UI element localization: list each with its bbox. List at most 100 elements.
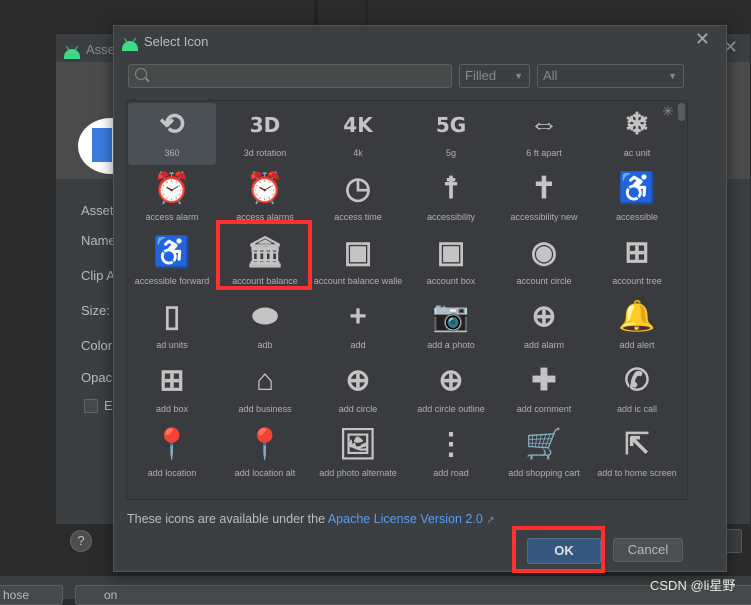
icon-cell-adb[interactable]: ⬬ adb [221,295,309,357]
icon-cell-access-alarm[interactable]: ⏰ access alarm [128,167,216,229]
account-circle-icon: ◉ [530,236,558,269]
icon-cell-add-location-alt[interactable]: 📍 add location alt [221,423,309,485]
accessible-icon: ♿ [618,172,656,205]
license-prefix: These icons are available under the [127,512,328,526]
process-combo[interactable]: hose [0,585,63,605]
360-icon: ⟲ [159,108,185,141]
5g-icon: 5G [435,113,467,137]
icon-cell-accessible[interactable]: ♿ accessible [593,167,681,229]
icon-cell-access-time[interactable]: ◷ access time [314,167,402,229]
size-label: Size: [81,303,110,318]
icon-cell-account-box[interactable]: ▣ account box [407,231,495,293]
add-shopping-cart-icon: 🛒 [525,428,563,461]
close-icon[interactable]: ✕ [695,29,710,50]
accessible-forward-icon: ♿ [153,236,191,269]
icon-label: add box [155,404,189,414]
cancel-button[interactable]: Cancel [613,538,683,562]
icon-cell-add-to-home-screen[interactable]: ⇱ add to home screen [593,423,681,485]
icon-label: add location [147,468,197,478]
add-ic-call-icon: ✆ [624,364,650,397]
icon-label: adb [257,340,273,350]
add-location-icon: 📍 [153,428,191,461]
icon-label: accessible forward [134,276,210,286]
icon-label: accessible [615,212,659,222]
icon-label: 6 ft apart [526,148,562,158]
icon-cell-add-road[interactable]: ⋮ add road [407,423,495,485]
icon-cell-add-alert[interactable]: 🔔 add alert [593,295,681,357]
search-icon [135,68,147,80]
icon-cell-add-photo-alternate[interactable]: 🖼 add photo alternate [314,423,402,485]
icon-label: access alarm [145,212,199,222]
license-link[interactable]: Apache License Version 2.0 [328,512,483,526]
icon-label: add business [238,404,292,414]
highlight-box-account-balance [216,220,312,290]
ide-background [0,0,751,25]
icon-cell-5g[interactable]: 5G 5g [407,103,495,165]
icon-cell-3d-rotation[interactable]: 3D 3d rotation [221,103,309,165]
add-icon: + [349,300,367,333]
icon-cell-add-comment[interactable]: ✚ add comment [500,359,588,421]
clip-art-label: Clip A [81,268,115,283]
style-dropdown[interactable]: Filled ▼ [459,64,530,88]
icon-label: add alarm [523,340,565,350]
category-value: All [543,68,558,83]
category-dropdown[interactable]: All ▼ [537,64,684,88]
icon-cell-4k[interactable]: 4K 4k [314,103,402,165]
add-to-home-screen-icon: ⇱ [624,428,650,461]
add-location-alt-icon: 📍 [246,428,284,461]
add-business-icon: ⌂ [255,364,275,397]
icon-label: access time [334,212,382,222]
highlight-box-ok [512,526,605,573]
add-box-icon: ⊞ [159,364,185,397]
accessibility-icon: ☨ [442,172,460,205]
android-icon [64,49,80,59]
add-alert-icon: 🔔 [618,300,656,333]
add-a-photo-icon: 📷 [432,300,470,333]
icon-cell-accessible-forward[interactable]: ♿ accessible forward [128,231,216,293]
divider [314,0,318,25]
icon-cell-add-alarm[interactable]: ⊕ add alarm [500,295,588,357]
icon-cell-add-circle[interactable]: ⊕ add circle [314,359,402,421]
icon-label: add photo alternate [319,468,397,478]
icon-cell-account-tree[interactable]: ⊞ account tree [593,231,681,293]
icon-cell-add-ic-call[interactable]: ✆ add ic call [593,359,681,421]
add-comment-icon: ✚ [531,364,557,397]
icon-cell-360[interactable]: ⟲ 360 [128,103,216,165]
window-title: Asse [86,42,115,57]
icon-label: accessibility new [510,212,578,222]
icon-label: add location alt [234,468,296,478]
icon-cell-add-business[interactable]: ⌂ add business [221,359,309,421]
icon-label: 5g [445,148,456,158]
loading-spinner-icon: ✳ [662,103,674,119]
icon-cell-account-balance-walle[interactable]: ▣ account balance walle [314,231,403,293]
asset-type-label: Asset [81,203,114,218]
external-link-icon: ↗ [486,515,495,526]
chevron-down-icon: ▼ [514,71,523,81]
accessibility-new-icon: ✝ [531,172,557,205]
icon-cell-add-box[interactable]: ⊞ add box [128,359,216,421]
scrollbar[interactable] [678,103,685,121]
account-balance-walle-icon: ▣ [343,236,373,269]
icon-cell-account-circle[interactable]: ◉ account circle [500,231,588,293]
access-alarms-icon: ⏰ [246,172,284,205]
icon-cell-add-circle-outline[interactable]: ⊕ add circle outline [407,359,495,421]
help-button[interactable]: ? [70,530,92,552]
icon-cell-6-ft-apart[interactable]: ⇔ 6 ft apart [500,103,588,165]
icon-cell-accessibility[interactable]: ☨ accessibility [407,167,495,229]
icon-label: add road [433,468,469,478]
icon-search-input[interactable] [128,64,452,88]
icon-cell-add-location[interactable]: 📍 add location [128,423,216,485]
icon-cell-add[interactable]: + add [314,295,402,357]
icon-label: account tree [612,276,662,286]
4k-icon: 4K [343,113,373,137]
rtl-checkbox[interactable] [84,399,98,413]
icon-cell-accessibility-new[interactable]: ✝ accessibility new [500,167,588,229]
chevron-down-icon: ▼ [668,71,677,81]
icon-cell-ad-units[interactable]: ▯ ad units [128,295,216,357]
icon-label: add shopping cart [508,468,580,478]
adb-icon: ⬬ [252,300,278,333]
icon-label: ad units [156,340,188,350]
icon-cell-add-shopping-cart[interactable]: 🛒 add shopping cart [500,423,588,485]
icon-label: add circle [338,404,378,414]
icon-cell-add-a-photo[interactable]: 📷 add a photo [407,295,495,357]
